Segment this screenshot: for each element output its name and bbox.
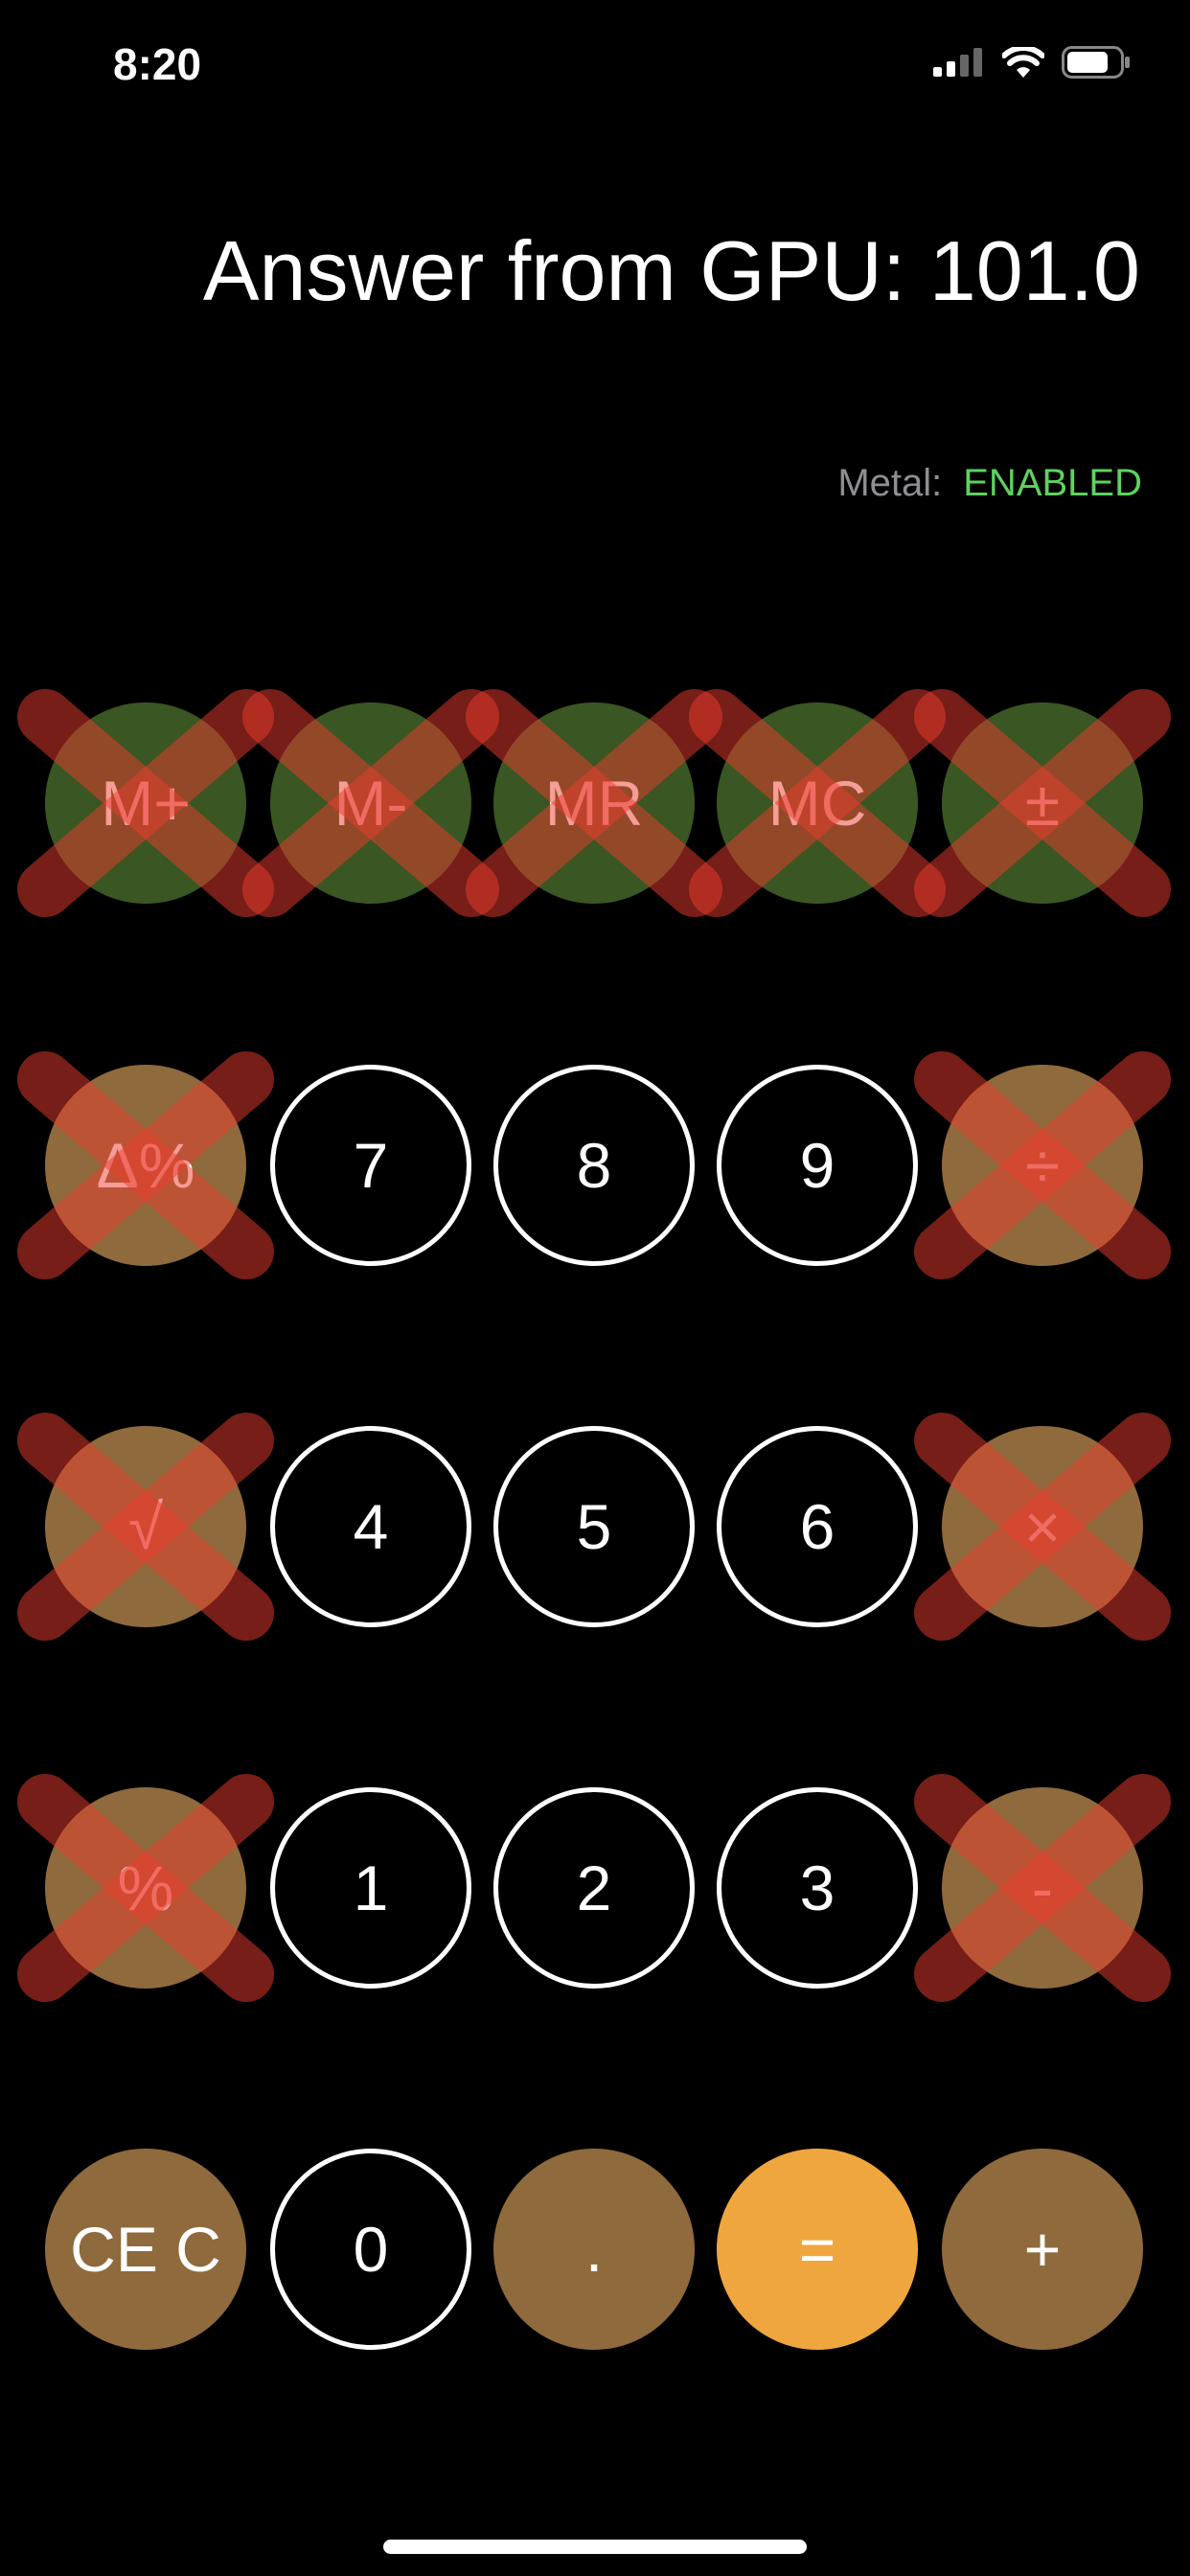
key-1-button[interactable]: 1: [270, 1787, 471, 1989]
metal-status: Metal: ENABLED: [837, 462, 1142, 505]
key-plus-button[interactable]: +: [942, 2149, 1143, 2350]
key-clear-button[interactable]: CE C: [45, 2149, 246, 2350]
key-9-button[interactable]: 9: [717, 1065, 918, 1266]
key-label: M+: [101, 768, 191, 839]
status-time: 8:20: [113, 39, 202, 89]
key-label: MC: [767, 768, 867, 839]
key-percent-button[interactable]: %: [45, 1787, 246, 1989]
key-2-button[interactable]: 2: [493, 1787, 695, 1989]
cellular-signal-icon: [933, 48, 982, 77]
key-label: ÷: [1024, 1130, 1061, 1201]
key-label: 2: [576, 1852, 612, 1923]
key-m--button[interactable]: M-: [270, 702, 471, 904]
key-label: CE C: [70, 2214, 221, 2285]
key-minus-button[interactable]: -: [942, 1787, 1143, 1989]
key-6-button[interactable]: 6: [717, 1426, 918, 1627]
key-divide-button[interactable]: ÷: [942, 1065, 1143, 1266]
key-label: 5: [576, 1491, 612, 1562]
key-label: .: [584, 2214, 604, 2285]
key-mc-button[interactable]: MC: [717, 702, 918, 904]
key-sqrt-button[interactable]: √: [45, 1426, 246, 1627]
key-7-button[interactable]: 7: [270, 1065, 471, 1266]
key-label: 8: [576, 1130, 612, 1201]
key-label: ±: [1024, 768, 1061, 839]
wifi-icon: [1002, 47, 1044, 78]
key-label: √: [127, 1491, 164, 1562]
battery-icon: [1062, 46, 1130, 79]
key-mr-button[interactable]: MR: [493, 702, 695, 904]
key-label: +: [1023, 2214, 1062, 2285]
key-0-button[interactable]: 0: [270, 2149, 471, 2350]
key-label: 6: [799, 1491, 835, 1562]
status-icons: [933, 46, 1131, 79]
key-label: 9: [799, 1130, 835, 1201]
answer-display: Answer from GPU: 101.0: [202, 223, 1140, 318]
key-decimal-button[interactable]: .: [493, 2149, 695, 2350]
key-label: M-: [333, 768, 408, 839]
key-m--button[interactable]: M+: [45, 702, 246, 904]
key-label: Δ%: [96, 1130, 195, 1201]
home-indicator[interactable]: [383, 2540, 807, 2554]
key-8-button[interactable]: 8: [493, 1065, 695, 1266]
key-label: =: [798, 2214, 836, 2285]
key-plus-minus-button[interactable]: ±: [942, 702, 1143, 904]
key-label: 3: [799, 1852, 835, 1923]
key-label: MR: [544, 768, 644, 839]
key-delta-percent-button[interactable]: Δ%: [45, 1065, 246, 1266]
metal-label: Metal:: [837, 462, 943, 504]
key-label: 7: [353, 1130, 389, 1201]
key-label: 1: [353, 1852, 389, 1923]
key-equals-button[interactable]: =: [717, 2149, 918, 2350]
key-multiply-button[interactable]: ×: [942, 1426, 1143, 1627]
key-4-button[interactable]: 4: [270, 1426, 471, 1627]
key-label: %: [117, 1852, 174, 1923]
key-label: -: [1032, 1852, 1053, 1923]
key-5-button[interactable]: 5: [493, 1426, 695, 1627]
key-label: 4: [353, 1491, 389, 1562]
metal-status-value: ENABLED: [963, 462, 1142, 504]
key-3-button[interactable]: 3: [717, 1787, 918, 1989]
key-label: ×: [1023, 1491, 1062, 1562]
key-label: 0: [353, 2214, 389, 2285]
